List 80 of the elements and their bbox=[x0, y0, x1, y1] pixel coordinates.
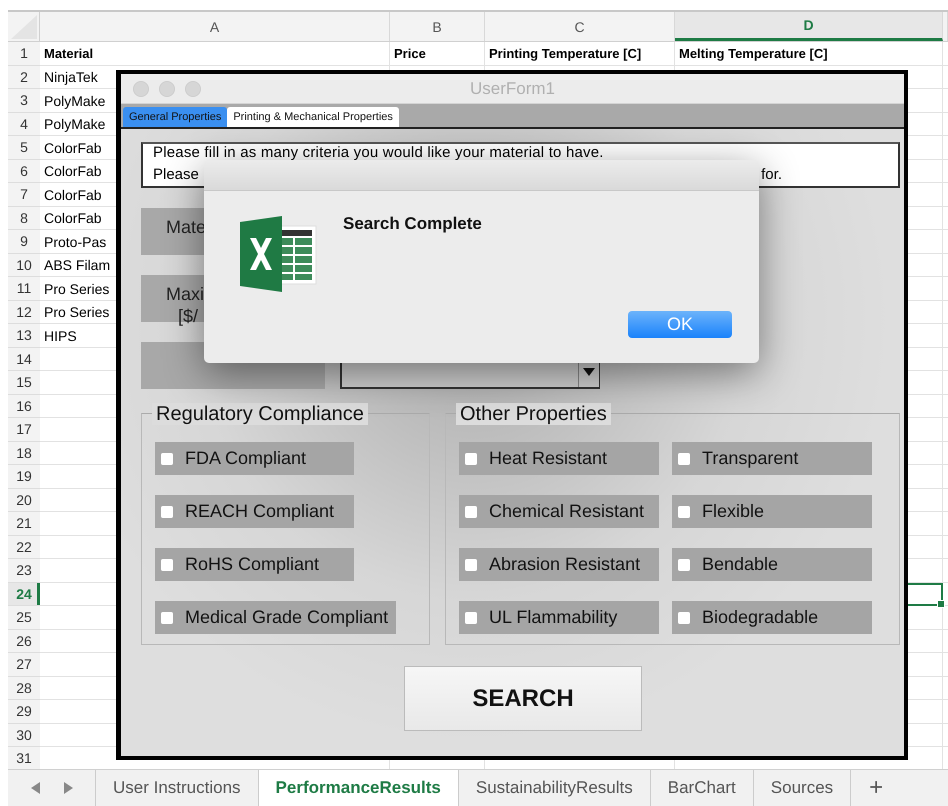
checkbox-option[interactable]: UL Flammability bbox=[459, 601, 659, 634]
row-number[interactable]: 29 bbox=[8, 700, 40, 724]
row-number[interactable]: 25 bbox=[8, 606, 40, 630]
row-number[interactable]: 3 bbox=[8, 89, 40, 112]
sheet-tab[interactable]: BarChart bbox=[650, 770, 754, 806]
instructions-text: for. bbox=[761, 166, 782, 184]
table-cell: ABS Filam bbox=[44, 257, 110, 274]
row-number[interactable]: 5 bbox=[8, 136, 40, 160]
table-cell: Printing Temperature [C] bbox=[489, 46, 642, 62]
table-cell: Material bbox=[44, 46, 94, 62]
checkbox-option[interactable]: Chemical Resistant bbox=[459, 495, 659, 528]
table-cell: Pro Series bbox=[44, 304, 110, 320]
column-header[interactable]: D bbox=[675, 12, 943, 41]
table-cell: ColorFab bbox=[44, 186, 102, 203]
checkbox-option[interactable]: RoHS Compliant bbox=[155, 548, 354, 581]
row-number[interactable]: 8 bbox=[8, 206, 40, 230]
form-tab[interactable]: General Properties bbox=[123, 107, 228, 127]
table-cell: Proto-Pas bbox=[44, 234, 106, 250]
row-number[interactable]: 16 bbox=[8, 394, 40, 418]
checkbox-option[interactable]: Biodegradable bbox=[672, 601, 872, 634]
row-number[interactable]: 30 bbox=[8, 724, 40, 747]
row-number[interactable]: 12 bbox=[8, 300, 40, 324]
checkbox-option[interactable]: Bendable bbox=[672, 548, 872, 581]
search-button[interactable]: SEARCH bbox=[404, 666, 642, 731]
sheet-tab[interactable]: PerformanceResults bbox=[258, 770, 459, 806]
row-number[interactable]: 21 bbox=[8, 512, 40, 536]
label-text: [$/ bbox=[177, 305, 200, 327]
add-sheet-button[interactable]: + bbox=[851, 770, 902, 806]
sheet-tab[interactable]: SustainabilityResults bbox=[458, 770, 651, 806]
row-number[interactable]: 15 bbox=[8, 371, 40, 394]
checkbox-option[interactable]: Medical Grade Compliant bbox=[155, 601, 396, 634]
table-cell: Price bbox=[394, 46, 426, 62]
instructions-text: Please fill in as many criteria you would like your material to have. bbox=[153, 144, 605, 162]
row-number[interactable]: 11 bbox=[8, 277, 40, 300]
checkbox-option[interactable]: FDA Compliant bbox=[155, 442, 354, 475]
row-number[interactable]: 4 bbox=[8, 112, 40, 136]
row-number[interactable]: 24 bbox=[8, 582, 40, 606]
label-text: Mate bbox=[166, 216, 208, 238]
label-text: Maxi bbox=[166, 283, 206, 305]
table-cell: PolyMake bbox=[44, 92, 106, 109]
checkbox-option[interactable]: Transparent bbox=[672, 442, 872, 475]
form-tab[interactable]: Printing & Mechanical Properties bbox=[227, 107, 399, 127]
column-header[interactable]: B bbox=[390, 12, 485, 41]
table-cell: Melting Temperature [C] bbox=[679, 46, 828, 62]
column-header[interactable]: A bbox=[40, 12, 390, 41]
dialog-message: Search Complete bbox=[343, 214, 482, 234]
table-cell: HIPS bbox=[44, 328, 77, 344]
row-number[interactable]: 18 bbox=[8, 442, 40, 465]
instructions-text: Please bbox=[153, 166, 199, 184]
row-number[interactable]: 7 bbox=[8, 183, 40, 206]
row-number[interactable]: 14 bbox=[8, 348, 40, 371]
sheet-tab[interactable]: Sources bbox=[754, 770, 852, 806]
group-title: Other Properties bbox=[456, 403, 611, 425]
row-number[interactable]: 28 bbox=[8, 676, 40, 700]
row-number[interactable]: 13 bbox=[8, 324, 40, 348]
checkbox-option[interactable]: Flexible bbox=[672, 495, 872, 528]
row-number[interactable]: 22 bbox=[8, 536, 40, 559]
row-number[interactable]: 6 bbox=[8, 160, 40, 183]
table-cell: ColorFab bbox=[44, 163, 102, 180]
checkbox-option[interactable]: Heat Resistant bbox=[459, 442, 659, 475]
table-cell: ColorFab bbox=[44, 140, 102, 156]
table-cell: Pro Series bbox=[44, 280, 110, 297]
row-number[interactable]: 2 bbox=[8, 66, 40, 89]
table-cell: NinjaTek bbox=[44, 69, 98, 86]
row-number[interactable]: 9 bbox=[8, 230, 40, 254]
checkbox-option[interactable]: Abrasion Resistant bbox=[459, 548, 659, 581]
table-cell: PolyMake bbox=[44, 116, 106, 132]
checkbox-option[interactable]: REACH Compliant bbox=[155, 495, 354, 528]
row-number[interactable]: 20 bbox=[8, 488, 40, 512]
group-title: Regulatory Compliance bbox=[152, 403, 368, 425]
row-number[interactable]: 1 bbox=[8, 42, 40, 66]
row-number[interactable]: 19 bbox=[8, 465, 40, 488]
table-cell: ColorFab bbox=[44, 210, 102, 226]
row-number[interactable]: 27 bbox=[8, 653, 40, 676]
row-number[interactable]: 10 bbox=[8, 254, 40, 277]
row-number[interactable]: 23 bbox=[8, 559, 40, 582]
row-number[interactable]: 31 bbox=[8, 747, 40, 770]
row-number[interactable]: 26 bbox=[8, 630, 40, 653]
window-title: UserForm1 bbox=[470, 78, 555, 98]
row-number[interactable]: 17 bbox=[8, 418, 40, 442]
